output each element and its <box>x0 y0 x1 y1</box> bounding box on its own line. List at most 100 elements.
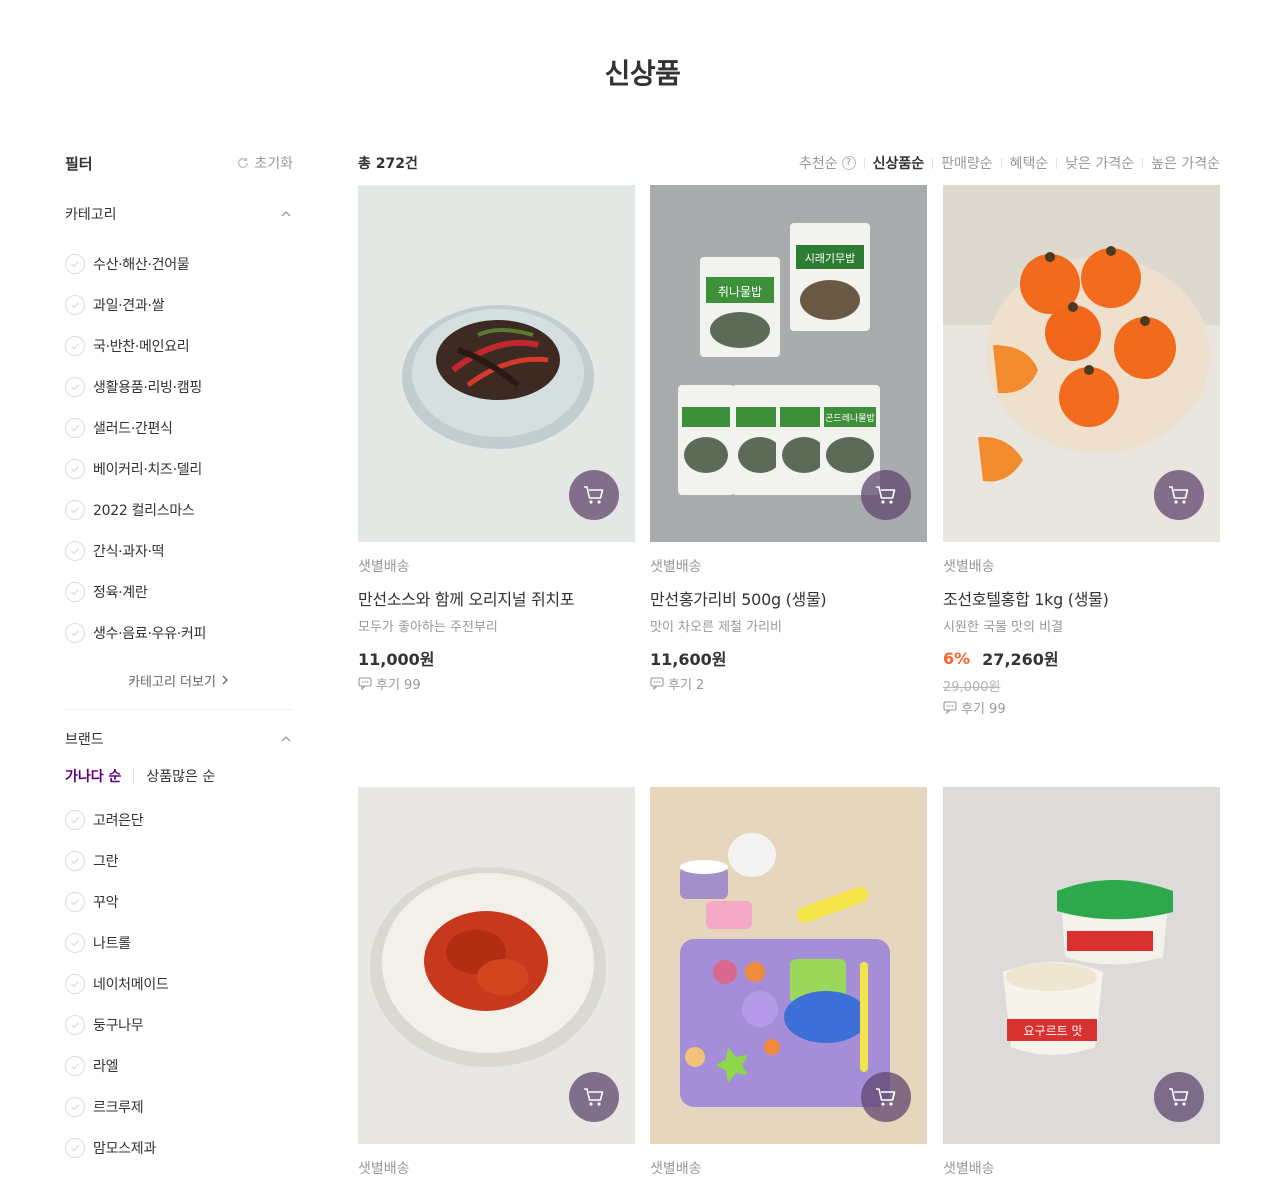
rice-pack-top-right: 시래기무밥 <box>790 223 870 331</box>
filter-option[interactable]: 꾸악 <box>65 881 293 922</box>
delivery-type: 샛별배송 <box>650 559 702 575</box>
product-name[interactable]: 조선호텔홍합 1kg (생물) <box>943 586 1220 610</box>
add-to-cart-button[interactable] <box>569 470 619 520</box>
review-label: 후기 99 <box>961 701 1006 717</box>
filter-option[interactable]: 둥구나무 <box>65 1004 293 1045</box>
checkbox[interactable] <box>65 376 85 397</box>
filter-option[interactable]: 정육·계란 <box>65 571 293 612</box>
chevron-up-icon <box>281 736 291 742</box>
filter-option[interactable]: 네이처메이드 <box>65 963 293 1004</box>
checkbox[interactable] <box>65 335 85 356</box>
checkbox[interactable] <box>65 1014 85 1035</box>
product-name[interactable]: 만선소스와 함께 오리지널 쥐치포 <box>358 586 635 610</box>
discount-rate: 6% <box>943 648 971 668</box>
original-price: 29,000원 <box>943 680 1001 695</box>
checkbox[interactable] <box>65 499 85 520</box>
product-price: 27,260원 <box>982 650 1059 669</box>
add-to-cart-button[interactable] <box>1154 470 1204 520</box>
product-image[interactable] <box>358 185 635 542</box>
question-icon[interactable]: ? <box>841 156 856 170</box>
checkbox[interactable] <box>65 417 85 438</box>
filter-option[interactable]: 나트롤 <box>65 922 293 963</box>
sort-recommended[interactable]: 추천순 ? <box>791 153 864 173</box>
more-categories-button[interactable]: 카테고리 더보기 <box>65 665 293 695</box>
add-to-cart-button[interactable] <box>569 1072 619 1122</box>
filter-option[interactable]: 베이커리·치즈·델리 <box>65 448 293 489</box>
filter-option[interactable]: 생활용품·리빙·캠핑 <box>65 366 293 407</box>
checkbox[interactable] <box>65 973 85 994</box>
checkbox[interactable] <box>65 540 85 561</box>
filter-option[interactable]: 르크루제 <box>65 1086 293 1127</box>
filter-option[interactable]: 국·반찬·메인요리 <box>65 325 293 366</box>
checkbox[interactable] <box>65 850 85 871</box>
filter-option[interactable]: 샐러드·간편식 <box>65 407 293 448</box>
sort-high-price[interactable]: 높은 가격순 <box>1143 153 1220 173</box>
product-card[interactable]: 샛별배송 조선호텔홍합 1kg (생물) 시원한 국물 맛의 비결 6% 27,… <box>943 185 1220 717</box>
brand-list: 고려은단 그란 꾸악 나트롤 네이처메이드 둥구나무라엘르크루제맘모스제과 <box>65 799 293 1168</box>
brand-sort-alphabetical[interactable]: 가나다 순 <box>65 766 121 786</box>
filter-option-label: 라엘 <box>93 1058 119 1075</box>
filter-option[interactable]: 그란 <box>65 840 293 881</box>
filter-option-label: 정육·계란 <box>93 584 148 601</box>
filter-option-label: 생활용품·리빙·캠핑 <box>93 379 202 396</box>
check-icon <box>71 898 79 905</box>
price-row: 11,000원 <box>358 646 635 670</box>
product-card[interactable]: 요구르트 맛 샛별배송 <box>943 787 1220 1177</box>
check-icon <box>71 1021 79 1028</box>
brand-sort-by-count[interactable]: 상품많은 순 <box>146 766 215 786</box>
checkbox[interactable] <box>65 294 85 315</box>
filter-option[interactable]: 수산·해산·건어물 <box>65 243 293 284</box>
filter-option[interactable]: 라엘 <box>65 1045 293 1086</box>
filter-option[interactable]: 고려은단 <box>65 799 293 840</box>
product-card[interactable]: 샛별배송 <box>650 787 927 1177</box>
filter-option[interactable]: 과일·견과·쌀 <box>65 284 293 325</box>
sort-low-price[interactable]: 낮은 가격순 <box>1057 153 1142 173</box>
page-title: 신상품 <box>604 57 681 90</box>
checkbox[interactable] <box>65 253 85 274</box>
product-card[interactable]: 샛별배송 만선소스와 함께 오리지널 쥐치포 모두가 좋아하는 주전부리 11,… <box>358 185 635 693</box>
check-icon <box>71 383 79 390</box>
product-image[interactable]: 취나물밥 시래기무밥 곤드레나물밥 <box>650 185 927 542</box>
product-image[interactable] <box>650 787 927 1144</box>
checkbox[interactable] <box>65 622 85 643</box>
add-to-cart-button[interactable] <box>861 470 911 520</box>
filter-option-label: 샐러드·간편식 <box>93 420 173 437</box>
add-to-cart-button[interactable] <box>861 1072 911 1122</box>
checkbox[interactable] <box>65 932 85 953</box>
add-to-cart-button[interactable] <box>1154 1072 1204 1122</box>
product-name[interactable]: 만선홍가리비 500g (생물) <box>650 586 927 610</box>
cart-icon <box>1169 486 1189 504</box>
category-section-header[interactable]: 카테고리 <box>65 202 293 226</box>
price-row: 6% 27,260원 <box>943 646 1220 670</box>
brand-sort-tabs: 가나다 순 상품많은 순 <box>65 763 293 789</box>
checkbox[interactable] <box>65 809 85 830</box>
checkbox[interactable] <box>65 891 85 912</box>
product-card[interactable]: 취나물밥 시래기무밥 곤드레나물밥 샛별배송 만선홍가리비 500g (생물) … <box>650 185 927 693</box>
filter-option-label: 맘모스제과 <box>93 1140 156 1157</box>
sort-best-selling[interactable]: 판매량순 <box>933 153 1001 173</box>
filter-option[interactable]: 맘모스제과 <box>65 1127 293 1168</box>
filter-option[interactable]: 2022 컬리스마스 <box>65 489 293 530</box>
product-image[interactable]: 요구르트 맛 <box>943 787 1220 1144</box>
product-image[interactable] <box>358 787 635 1144</box>
filter-option[interactable]: 생수·음료·우유·커피 <box>65 612 293 653</box>
rice-pack-top-left: 취나물밥 <box>700 257 780 357</box>
speech-bubble-icon <box>358 677 372 690</box>
reset-button[interactable]: 초기화 <box>236 153 293 173</box>
sort-newest[interactable]: 신상품순 <box>865 153 933 173</box>
brand-section-header[interactable]: 브랜드 <box>65 727 293 751</box>
checkbox[interactable] <box>65 458 85 479</box>
checkbox[interactable] <box>65 581 85 602</box>
total-count: 총 272건 <box>358 156 418 172</box>
product-image[interactable] <box>943 185 1220 542</box>
review-count: 후기 99 <box>943 698 1220 717</box>
product-area: 총 272건 추천순 ? 신상품순 판매량순 혜택순 낮은 가격순 높은 가격순 <box>358 150 1220 1177</box>
checkbox[interactable] <box>65 1096 85 1117</box>
product-card[interactable]: 샛별배송 <box>358 787 635 1177</box>
check-icon <box>71 588 79 595</box>
review-label: 후기 99 <box>376 677 421 693</box>
checkbox[interactable] <box>65 1137 85 1158</box>
checkbox[interactable] <box>65 1055 85 1076</box>
sort-benefit[interactable]: 혜택순 <box>1002 153 1057 173</box>
filter-option[interactable]: 간식·과자·떡 <box>65 530 293 571</box>
